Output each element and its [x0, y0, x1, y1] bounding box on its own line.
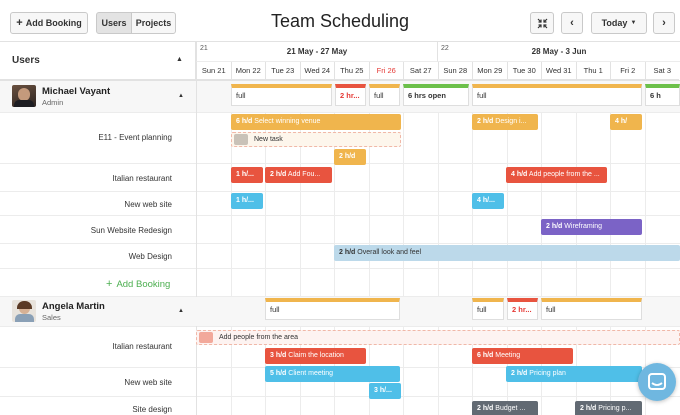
day-header: Sun 21 — [196, 62, 231, 80]
day-header: Thu 1 — [575, 62, 610, 80]
user-role: Sales — [42, 313, 61, 322]
booking-bar[interactable]: 4 h/... — [472, 193, 504, 209]
chat-launcher[interactable] — [638, 363, 676, 401]
week-header: 22 28 May - 3 Jun — [437, 42, 680, 62]
day-header: Fri 2 — [610, 62, 645, 80]
project-label[interactable]: Site design — [0, 405, 172, 414]
booking-bar[interactable]: 6 h/d Meeting — [472, 348, 573, 364]
briefcase-icon — [199, 332, 213, 343]
booking-bar[interactable]: 2 h/d Add Fou... — [265, 167, 332, 183]
booking-bar[interactable]: 2 h/d Pricing plan — [506, 366, 642, 382]
capacity-summary[interactable]: 6 hrs open — [403, 84, 469, 106]
row-divider — [0, 243, 680, 244]
today-button[interactable]: Today ▼ — [591, 12, 647, 34]
grid-line — [230, 80, 232, 415]
prev-button[interactable]: ‹ — [561, 12, 583, 34]
capacity-summary[interactable]: full — [472, 84, 642, 106]
day-header: Mon 29 — [472, 62, 507, 80]
tentative-booking[interactable]: Add people from the area — [196, 330, 680, 345]
project-label[interactable]: Sun Website Redesign — [0, 226, 172, 235]
booking-bar[interactable]: 2 h/d Pricing p... — [575, 401, 642, 415]
project-label[interactable]: Web Design — [0, 252, 172, 261]
day-header: Thu 25 — [334, 62, 369, 80]
users-column-header: Users ▲ — [0, 42, 196, 80]
toolbar: + Add Booking Users Projects Team Schedu… — [0, 0, 680, 42]
user-name[interactable]: Michael Vayant — [42, 86, 110, 97]
booking-bar[interactable]: 1 h/... — [231, 167, 263, 183]
day-header: Tue 30 — [506, 62, 541, 80]
user-role: Admin — [42, 98, 64, 107]
capacity-summary[interactable]: full — [541, 298, 642, 320]
tentative-booking[interactable]: New task — [231, 132, 401, 147]
caret-up-icon[interactable]: ▲ — [178, 308, 184, 314]
day-header: Fri 26 — [368, 62, 403, 80]
booking-bar[interactable]: 2 h/d Budget ... — [472, 401, 538, 415]
row-divider — [0, 112, 680, 113]
project-label[interactable]: Italian restaurant — [0, 174, 172, 183]
booking-bar[interactable]: 4 h/ — [610, 114, 642, 130]
collapse-icon — [537, 18, 547, 28]
grid-line — [265, 80, 266, 415]
capacity-summary[interactable]: full — [265, 298, 400, 320]
caret-up-icon[interactable]: ▲ — [178, 93, 184, 99]
day-header: Sat 27 — [403, 62, 438, 80]
project-label[interactable]: New web site — [0, 200, 172, 209]
row-divider — [0, 396, 680, 397]
booking-bar[interactable]: 3 h/... — [369, 383, 401, 399]
booking-bar[interactable]: 1 h/... — [231, 193, 263, 209]
plus-icon: + — [106, 278, 113, 290]
next-button[interactable]: › — [653, 12, 675, 34]
project-label[interactable]: E11 - Event planning — [0, 133, 172, 142]
week-range: 21 May - 27 May — [286, 47, 348, 56]
booking-bar[interactable]: 3 h/d Claim the location — [265, 348, 366, 364]
row-divider — [0, 191, 680, 192]
day-header: Sat 3 — [644, 62, 679, 80]
booking-bar[interactable]: 2 h/d Wireframing — [541, 219, 642, 235]
briefcase-icon — [234, 134, 248, 145]
capacity-summary[interactable]: full — [369, 84, 400, 106]
add-booking-link[interactable]: + Add Booking — [106, 278, 170, 290]
chevron-right-icon: › — [662, 17, 666, 29]
day-header: Wed 31 — [541, 62, 576, 80]
booking-bar[interactable]: 2 h/d — [334, 149, 366, 165]
booking-bar[interactable]: 5 h/d Client meeting — [265, 366, 400, 382]
chat-icon — [648, 373, 666, 390]
row-divider — [0, 268, 680, 269]
chevron-left-icon: ‹ — [570, 17, 574, 29]
capacity-summary[interactable]: full — [231, 84, 332, 106]
grid-line — [299, 80, 301, 415]
capacity-summary[interactable]: full — [472, 298, 504, 320]
row-divider — [0, 326, 680, 327]
caret-down-icon: ▼ — [630, 20, 637, 26]
day-header: Mon 22 — [230, 62, 265, 80]
week-range: 28 May - 3 Jun — [531, 47, 587, 56]
capacity-summary[interactable]: 2 hr... — [335, 84, 366, 106]
grid-line — [196, 81, 197, 415]
day-header: Wed 24 — [299, 62, 334, 80]
week-header: 21 21 May - 27 May — [196, 42, 437, 62]
project-label[interactable]: New web site — [0, 378, 172, 387]
users-header-label: Users — [12, 55, 40, 66]
day-header: Tue 23 — [265, 62, 300, 80]
project-label[interactable]: Italian restaurant — [0, 342, 172, 351]
capacity-summary[interactable]: 6 h — [645, 84, 680, 106]
caret-up-icon[interactable]: ▲ — [176, 56, 183, 63]
day-header: Sun 28 — [437, 62, 472, 80]
collapse-button[interactable] — [530, 12, 554, 34]
row-divider — [0, 215, 680, 216]
booking-bar[interactable]: 2 h/d Overall look and feel — [334, 245, 680, 261]
user-name[interactable]: Angela Martin — [42, 301, 105, 312]
booking-bar[interactable]: 4 h/d Add people from the ... — [506, 167, 607, 183]
capacity-summary[interactable]: 2 hr... — [507, 298, 538, 320]
booking-bar[interactable]: 2 h/d Design i... — [472, 114, 538, 130]
avatar — [12, 300, 36, 322]
booking-bar[interactable]: 6 h/d Select winning venue — [231, 114, 401, 130]
avatar — [12, 85, 36, 107]
